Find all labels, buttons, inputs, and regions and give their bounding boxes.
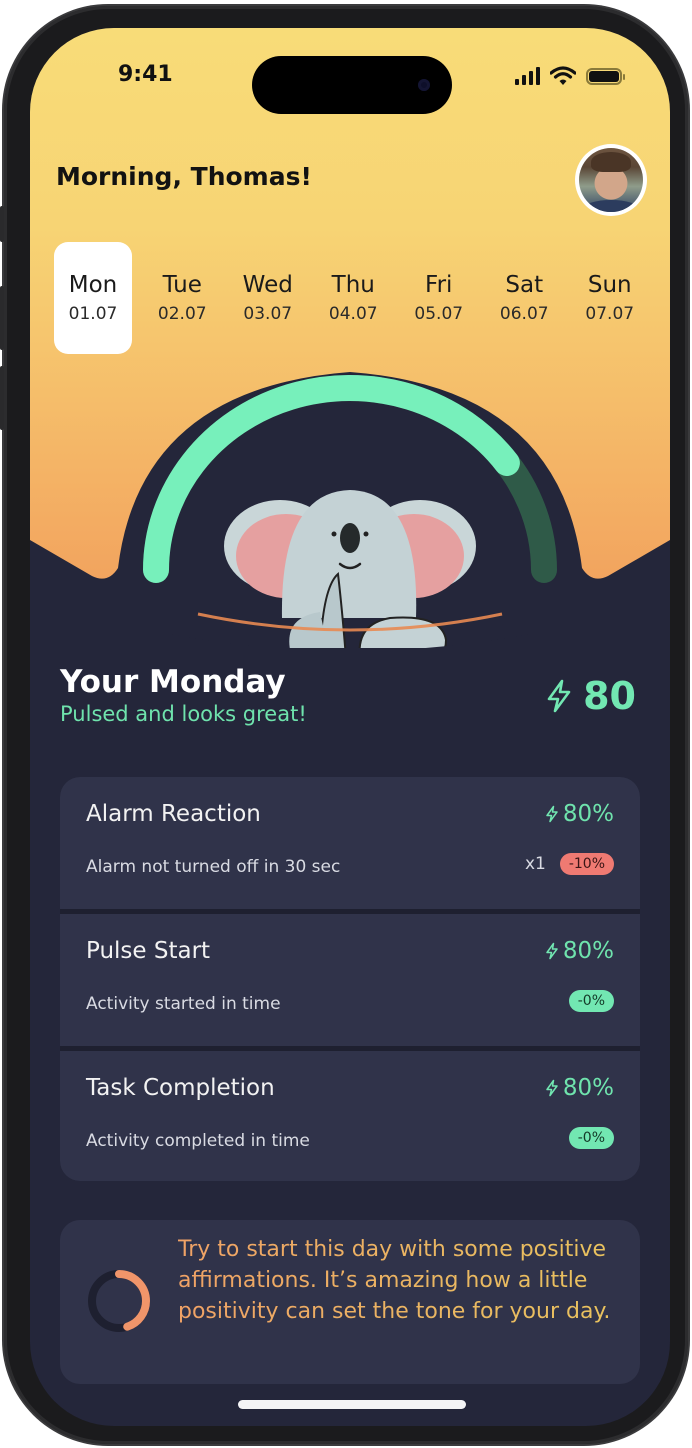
day-name: Sun <box>587 272 632 299</box>
day-name: Wed <box>242 272 293 299</box>
dynamic-island <box>252 56 452 114</box>
lightning-icon <box>546 942 558 960</box>
metric-description: Alarm not turned off in 30 sec <box>86 857 341 877</box>
day-tab-sun[interactable]: Sun 07.07 <box>567 242 653 354</box>
cellular-signal-icon <box>515 67 540 85</box>
greeting-title: Morning, Thomas! <box>56 162 312 191</box>
day-name: Thu <box>331 272 375 299</box>
metric-badge: -0% <box>568 990 614 1012</box>
day-tab-mon[interactable]: Mon 01.07 <box>54 242 132 354</box>
lightning-icon <box>546 1079 558 1097</box>
tip-progress-ring <box>88 1270 150 1332</box>
day-tab-tue[interactable]: Tue 02.07 <box>140 242 226 354</box>
lightning-icon <box>547 679 571 713</box>
metric-title: Task Completion <box>86 1075 275 1101</box>
day-name: Fri <box>425 272 453 299</box>
metric-percent-value: 80% <box>562 801 614 827</box>
day-tab-wed[interactable]: Wed 03.07 <box>225 242 311 354</box>
metric-multiplier: x1 <box>524 854 546 874</box>
volume-up-button <box>0 286 4 350</box>
day-name: Mon <box>68 272 118 299</box>
metric-adjustment: -0% <box>568 990 614 1012</box>
metric-title: Pulse Start <box>86 938 211 964</box>
day-date: 01.07 <box>68 303 118 324</box>
metric-badge: -0% <box>568 1127 614 1149</box>
day-name: Tue <box>162 272 202 299</box>
day-tab-fri[interactable]: Fri 05.07 <box>396 242 482 354</box>
avatar[interactable] <box>575 144 647 216</box>
wifi-icon <box>550 66 576 85</box>
day-score: 80 <box>545 674 636 718</box>
status-bar: 9:41 <box>30 28 670 118</box>
metric-description: Activity started in time <box>86 994 281 1014</box>
tip-card[interactable]: Try to start this day with some positive… <box>60 1220 640 1384</box>
day-date: 02.07 <box>157 303 207 324</box>
tip-text: Try to start this day with some positive… <box>178 1234 618 1327</box>
day-date: 05.07 <box>414 303 464 324</box>
metric-percent: 80% <box>545 801 614 827</box>
status-icons <box>515 66 625 86</box>
metric-adjustment: x1 -10% <box>525 853 614 875</box>
day-date: 06.07 <box>499 303 549 324</box>
day-tab-thu[interactable]: Thu 04.07 <box>311 242 397 354</box>
volume-down-button <box>0 366 4 430</box>
app-screen: 9:41 Morning, Thomas! Mon 01.07 Tue 02.0… <box>30 28 670 1426</box>
score-value: 80 <box>583 674 636 718</box>
metric-badge: -10% <box>559 853 614 875</box>
user-avatar-photo <box>579 148 643 212</box>
metric-percent-value: 80% <box>562 938 614 964</box>
home-indicator[interactable] <box>238 1400 466 1409</box>
metric-percent-value: 80% <box>562 1075 614 1101</box>
day-date: 03.07 <box>243 303 293 324</box>
metric-percent: 80% <box>545 1075 614 1101</box>
battery-icon <box>586 67 625 85</box>
day-name: Sat <box>505 272 544 299</box>
day-date: 04.07 <box>328 303 378 324</box>
front-camera <box>418 79 430 91</box>
day-summary: Your Monday Pulsed and looks great! 80 <box>60 664 640 726</box>
lightning-icon <box>546 805 558 823</box>
day-tab-sat[interactable]: Sat 06.07 <box>482 242 568 354</box>
action-button <box>0 206 4 242</box>
metric-adjustment: -0% <box>568 1127 614 1149</box>
metric-row[interactable]: Task Completion 80% Activity completed i… <box>60 1051 640 1181</box>
metric-row[interactable]: Alarm Reaction 80% Alarm not turned off … <box>60 777 640 909</box>
metric-description: Activity completed in time <box>86 1131 310 1151</box>
phone-frame: 9:41 Morning, Thomas! Mon 01.07 Tue 02.0… <box>0 6 688 1444</box>
metric-row[interactable]: Pulse Start 80% Activity started in time… <box>60 914 640 1046</box>
day-date: 07.07 <box>585 303 635 324</box>
status-time: 9:41 <box>118 62 173 87</box>
metric-percent: 80% <box>545 938 614 964</box>
metrics-list: Alarm Reaction 80% Alarm not turned off … <box>60 777 640 1181</box>
metric-title: Alarm Reaction <box>86 801 261 827</box>
week-day-selector: Mon 01.07 Tue 02.07 Wed 03.07 Thu 04.07 … <box>54 242 654 354</box>
